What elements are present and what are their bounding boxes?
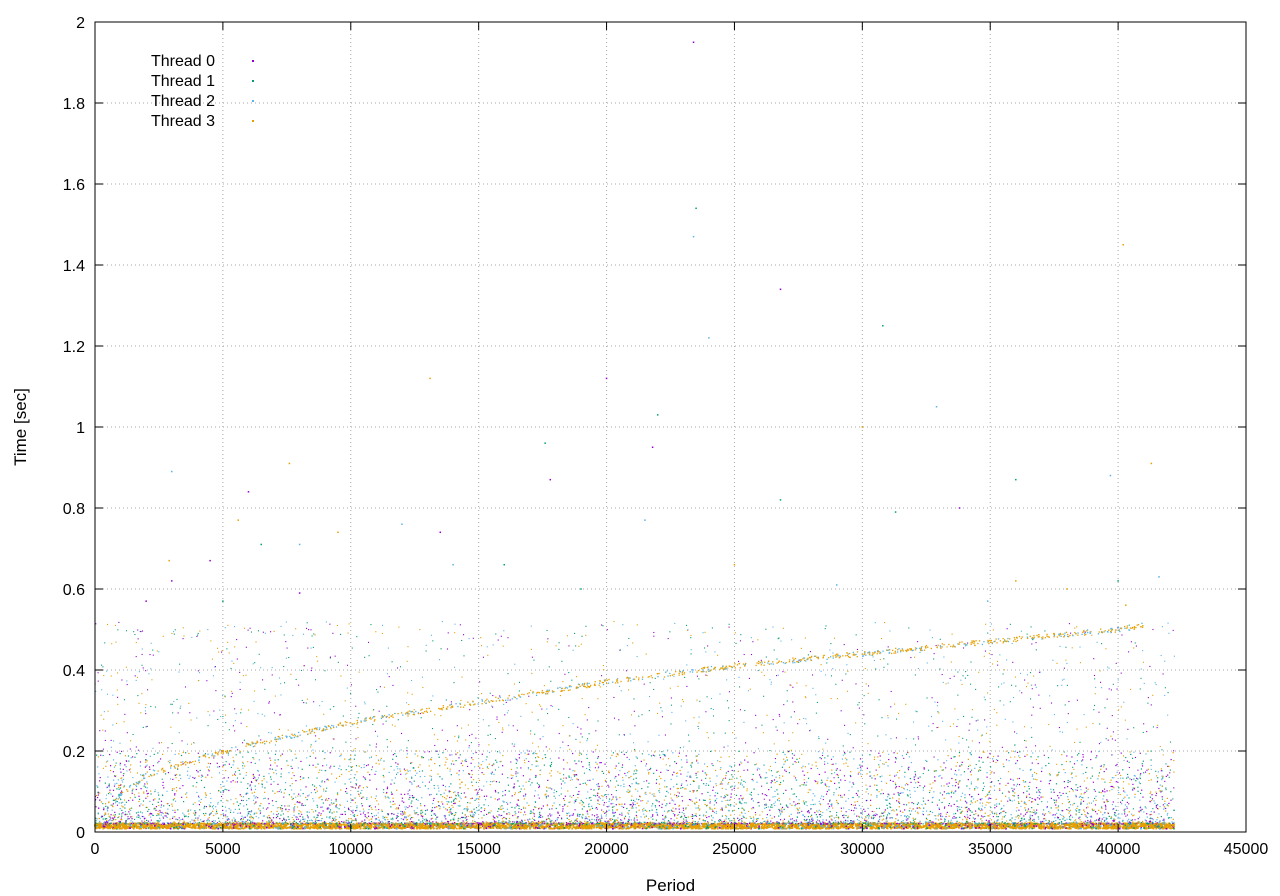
data-point [1065,827,1067,829]
data-point [1066,827,1069,830]
data-point [1043,823,1045,825]
data-point [200,822,203,825]
data-point [701,827,703,830]
data-point [1094,825,1097,828]
data-points [94,41,1175,830]
data-point [716,826,719,828]
scatter-chart: 0 5000 10000 15000 20000 25000 30000 35000 40000… [11,15,1268,895]
data-point [345,827,348,829]
data-point [787,826,789,829]
data-point [341,823,343,826]
data-point [439,827,441,830]
data-point [140,827,142,830]
grid-lines [95,22,1246,832]
data-point [855,827,858,829]
data-point [97,826,100,829]
data-point [393,826,396,829]
data-point [380,826,383,829]
data-point [456,827,458,830]
data-point [999,825,1001,828]
chart-container: 0 5000 10000 15000 20000 25000 30000 35000 40000… [0,0,1280,896]
data-point [1121,823,1123,825]
data-point [969,827,971,830]
data-point [382,827,384,830]
data-point [147,827,150,829]
data-point [344,827,346,830]
data-point [386,827,388,829]
data-point [253,827,256,830]
data-point [798,822,801,825]
data-point [189,825,191,827]
data-point [109,827,111,830]
data-point [1106,825,1109,828]
data-point [294,825,297,828]
